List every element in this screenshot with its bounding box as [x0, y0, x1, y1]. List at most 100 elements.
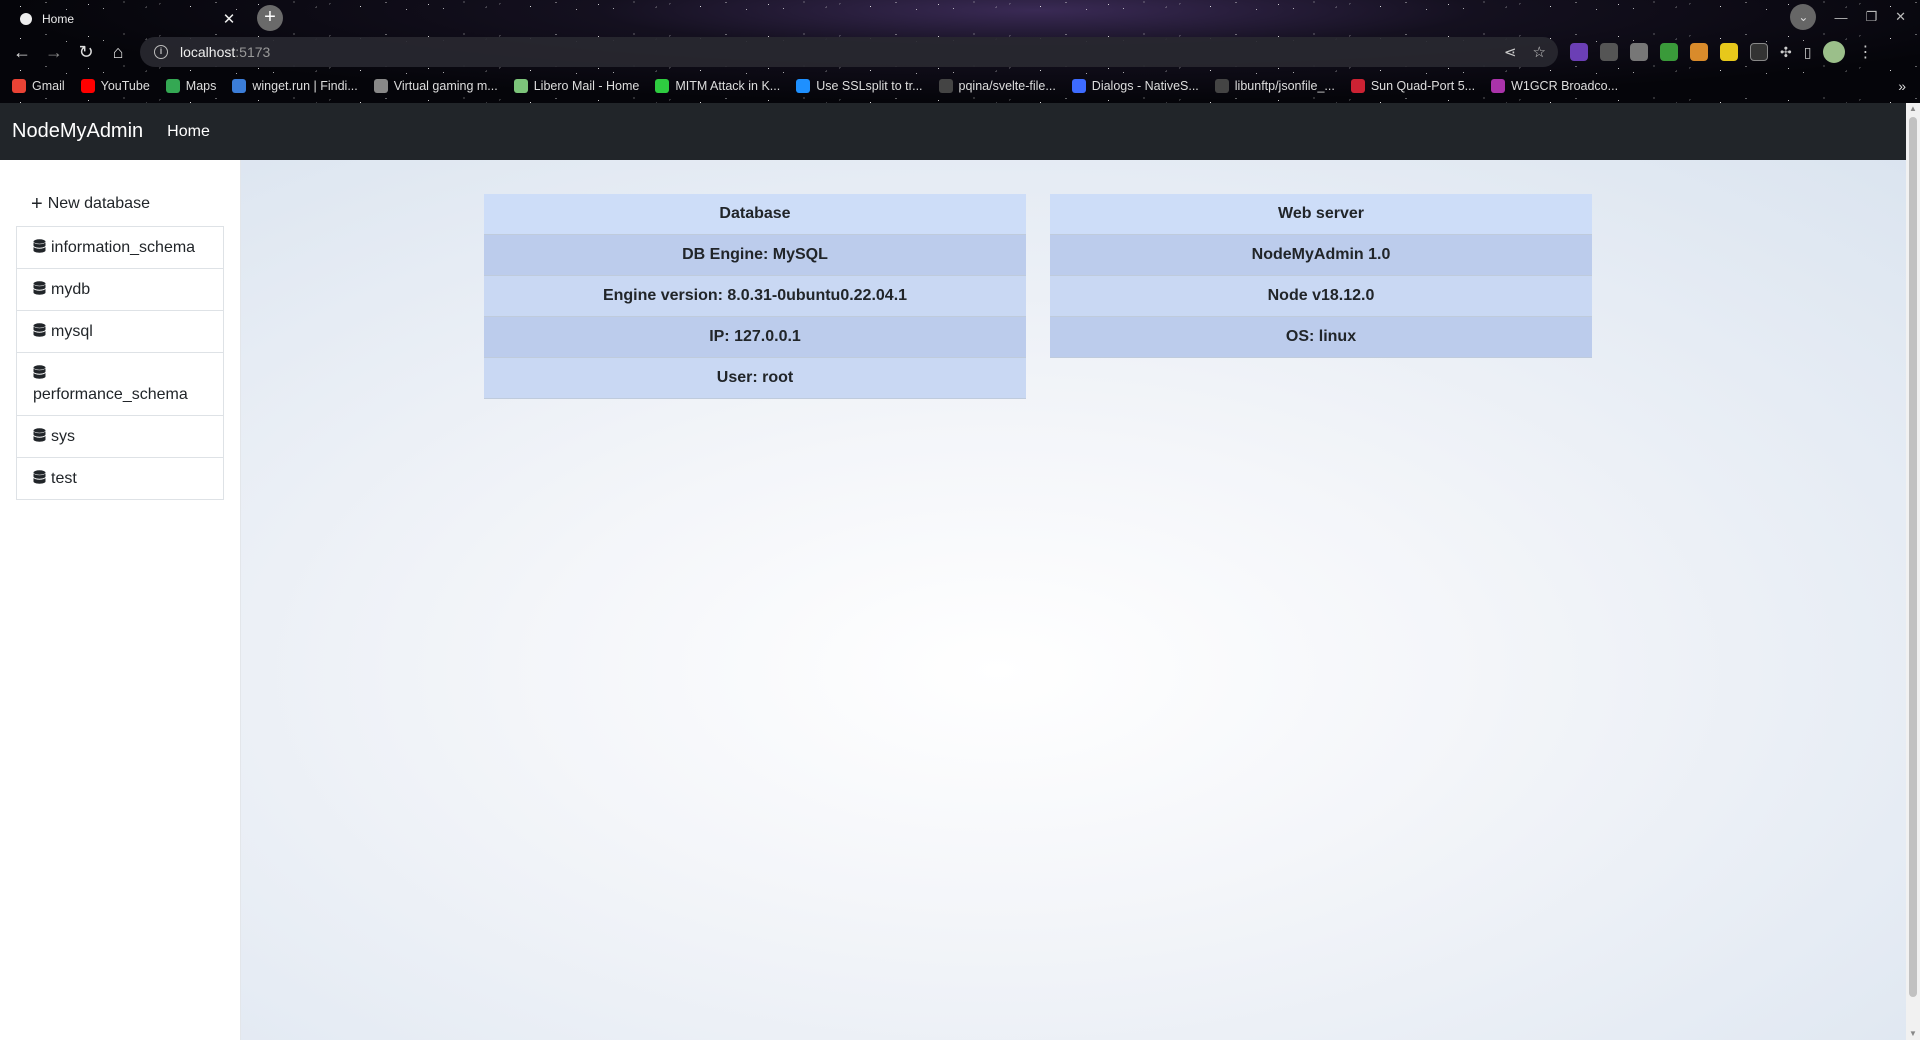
tab-strip: Home ✕ + ⌄ — ❐ ✕: [0, 0, 1920, 34]
bookmark-label: winget.run | Findi...: [252, 79, 358, 93]
webserver-card-header: Web server: [1050, 194, 1592, 235]
page-scrollbar[interactable]: ▲ ▼: [1906, 103, 1920, 1040]
tab-title: Home: [42, 12, 75, 26]
bookmark-item[interactable]: libunftp/jsonfile_...: [1214, 79, 1335, 93]
browser-tab[interactable]: Home ✕: [10, 4, 248, 34]
database-icon: [33, 428, 46, 442]
window-controls: ⌄ — ❐ ✕: [1790, 4, 1906, 30]
bookmark-item[interactable]: Libero Mail - Home: [513, 79, 639, 93]
bookmark-item[interactable]: YouTube: [80, 79, 150, 93]
share-icon[interactable]: ⋖: [1504, 43, 1517, 61]
bookmark-item[interactable]: Use SSLsplit to tr...: [796, 79, 923, 93]
bookmark-label: Use SSLsplit to tr...: [816, 79, 923, 93]
extension-icon[interactable]: [1600, 43, 1618, 61]
database-item-information-schema[interactable]: information_schema: [17, 227, 223, 268]
database-item-test[interactable]: test: [17, 457, 223, 499]
bookmark-item[interactable]: Virtual gaming m...: [373, 79, 498, 93]
tab-search-icon[interactable]: ⌄: [1790, 4, 1817, 30]
more-bookmarks-icon[interactable]: »: [1898, 78, 1906, 94]
omnibox-actions: ⋖ ☆: [1504, 37, 1546, 67]
database-icon: [33, 239, 46, 253]
bookmark-item[interactable]: Dialogs - NativeS...: [1071, 79, 1199, 93]
database-item-performance-schema[interactable]: performance_schema: [17, 352, 223, 415]
forward-icon[interactable]: →: [38, 36, 70, 68]
back-icon[interactable]: ←: [6, 36, 38, 68]
database-item-mydb[interactable]: mydb: [17, 268, 223, 310]
brand-link[interactable]: NodeMyAdmin: [12, 120, 143, 143]
webserver-card-row: Node v18.12.0: [1050, 276, 1592, 317]
bookmark-item[interactable]: W1GCR Broadco...: [1491, 79, 1618, 93]
bookmark-favicon-icon: [938, 79, 953, 93]
database-icon: [33, 365, 46, 379]
profile-avatar[interactable]: [1823, 41, 1846, 63]
top-navbar: NodeMyAdmin Home: [0, 103, 1920, 160]
database-card-header: Database: [484, 194, 1026, 235]
bookmark-item[interactable]: Maps: [165, 79, 217, 93]
bookmark-label: Maps: [185, 79, 217, 93]
database-card-row: IP: 127.0.0.1: [484, 317, 1026, 358]
maximize-icon[interactable]: ❐: [1865, 9, 1877, 25]
close-window-icon[interactable]: ✕: [1895, 9, 1906, 25]
new-database-button[interactable]: + New database: [31, 193, 150, 215]
url-host: localhost: [180, 44, 236, 60]
extension-icon[interactable]: [1720, 43, 1738, 61]
plus-icon: +: [31, 193, 43, 215]
bookmark-label: Dialogs - NativeS...: [1091, 79, 1199, 93]
puzzle-extensions-icon[interactable]: ✣: [1780, 44, 1792, 61]
bookmark-item[interactable]: winget.run | Findi...: [232, 79, 358, 93]
home-icon[interactable]: ⌂: [102, 36, 134, 68]
database-item-label: mysql: [51, 323, 93, 340]
database-card-row: Engine version: 8.0.31-0ubuntu0.22.04.1: [484, 276, 1026, 317]
bookmark-favicon-icon: [232, 79, 247, 93]
bookmark-favicon-icon: [1491, 79, 1506, 93]
extension-icon[interactable]: [1690, 43, 1708, 61]
browser-chrome: Home ✕ + ⌄ — ❐ ✕ ← → ↻ ⌂ i localhost:517…: [0, 0, 1920, 103]
bookmark-item[interactable]: Gmail: [12, 79, 65, 93]
favicon-icon: [20, 13, 32, 25]
scroll-down-icon[interactable]: ▼: [1908, 1029, 1918, 1039]
scroll-up-icon[interactable]: ▲: [1908, 104, 1918, 114]
database-item-mysql[interactable]: mysql: [17, 310, 223, 352]
browser-toolbar: ← → ↻ ⌂ i localhost:5173 ⋖ ☆ ✣ ▯ ⋮: [0, 34, 1920, 70]
webserver-info-card: Web server NodeMyAdmin 1.0 Node v18.12.0 O…: [1050, 194, 1592, 399]
nav-home-link[interactable]: Home: [167, 123, 210, 141]
bookmark-label: Virtual gaming m...: [393, 79, 498, 93]
database-sidebar: + New database information_schema mydb mys…: [0, 160, 241, 1040]
app-root: NodeMyAdmin Home + New database informat…: [0, 103, 1920, 1040]
reload-icon[interactable]: ↻: [70, 36, 102, 68]
bookmark-item[interactable]: MITM Attack in K...: [655, 79, 780, 93]
address-bar[interactable]: i localhost:5173 ⋖ ☆: [140, 37, 1558, 67]
chrome-menu-icon[interactable]: ⋮: [1857, 42, 1873, 62]
bookmark-favicon-icon: [12, 79, 26, 93]
extension-icon[interactable]: [1570, 43, 1588, 61]
bookmark-item[interactable]: Sun Quad-Port 5...: [1350, 79, 1475, 93]
bookmark-label: pqina/svelte-file...: [958, 79, 1056, 93]
extension-icon[interactable]: [1750, 43, 1768, 61]
bookmark-favicon-icon: [1214, 79, 1229, 93]
database-icon: [33, 281, 46, 295]
extension-icon[interactable]: [1660, 43, 1678, 61]
scroll-thumb[interactable]: [1909, 117, 1917, 997]
info-cards: Database DB Engine: MySQL Engine version:…: [484, 194, 1592, 399]
site-info-icon[interactable]: i: [154, 45, 168, 59]
database-card-row: User: root: [484, 358, 1026, 399]
database-list: information_schema mydb mysql performance_s…: [16, 226, 224, 500]
close-tab-icon[interactable]: ✕: [220, 10, 238, 28]
bookmark-star-icon[interactable]: ☆: [1533, 43, 1546, 61]
side-panel-icon[interactable]: ▯: [1804, 44, 1812, 61]
bookmark-item[interactable]: pqina/svelte-file...: [938, 79, 1056, 93]
bookmark-favicon-icon: [165, 79, 180, 93]
extension-icon[interactable]: [1630, 43, 1648, 61]
bookmark-favicon-icon: [513, 79, 528, 93]
url-port: :5173: [235, 44, 271, 60]
bookmark-favicon-icon: [1350, 79, 1365, 93]
bookmark-label: W1GCR Broadco...: [1511, 79, 1619, 93]
extensions-area: ✣ ▯ ⋮: [1570, 37, 1873, 67]
webserver-card-row: OS: linux: [1050, 317, 1592, 358]
database-item-label: sys: [51, 428, 75, 445]
database-item-sys[interactable]: sys: [17, 415, 223, 457]
database-item-label: performance_schema: [33, 386, 188, 403]
new-tab-button[interactable]: +: [257, 5, 283, 31]
minimize-icon[interactable]: —: [1834, 10, 1847, 25]
bookmark-label: YouTube: [100, 79, 150, 93]
